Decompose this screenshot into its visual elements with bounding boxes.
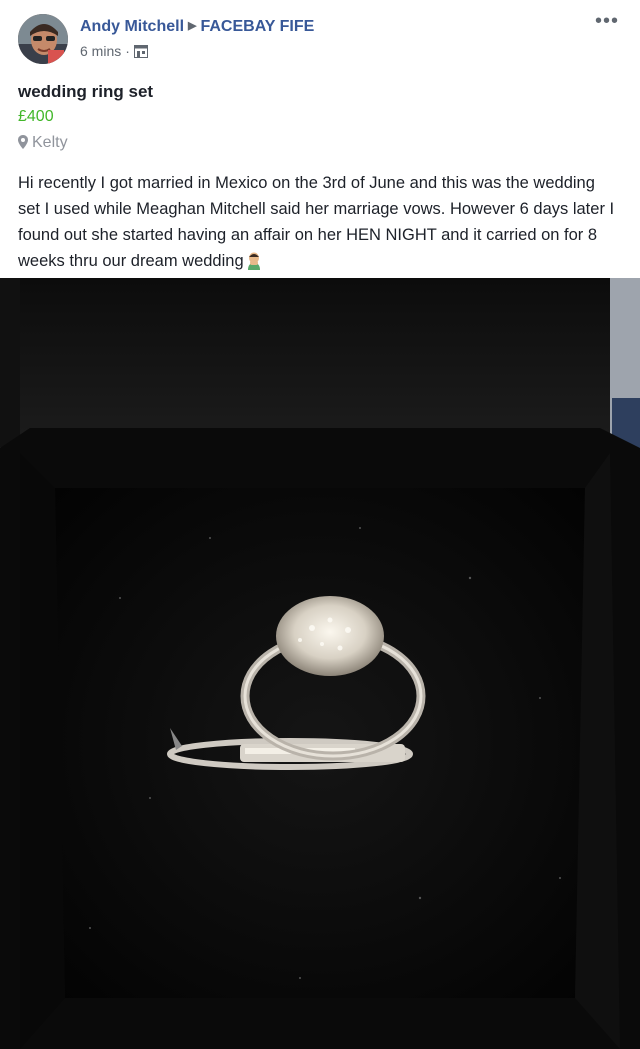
post-timestamp[interactable]: 6 mins [80,43,121,59]
author-name-link[interactable]: Andy Mitchell [80,18,184,35]
listing-description: Hi recently I got married in Mexico on t… [18,170,618,278]
author-line: Andy Mitchell ▶ FACEBAY FIFE [80,18,314,36]
avatar[interactable] [18,14,68,64]
meta-separator: · [125,43,130,59]
face-emoji-icon [246,252,262,278]
group-name-link[interactable]: FACEBAY FIFE [200,18,314,35]
more-options-button[interactable]: ••• [592,11,622,36]
triangle-right-icon: ▶ [188,20,197,32]
listing-price: £400 [18,108,54,125]
post-meta: 6 mins · [80,43,148,61]
marketplace-icon [133,45,148,61]
marketplace-post: Andy Mitchell ▶ FACEBAY FIFE 6 mins · ••• w… [0,0,640,1049]
listing-title: wedding ring set [18,82,154,101]
listing-location: Kelty [18,134,68,154]
post-header: Andy Mitchell ▶ FACEBAY FIFE 6 mins · ••• [18,11,622,66]
description-text: Hi recently I got married in Mexico on t… [18,174,615,270]
listing-photo[interactable] [0,278,640,1049]
map-pin-icon [18,135,28,154]
location-label[interactable]: Kelty [32,134,68,151]
